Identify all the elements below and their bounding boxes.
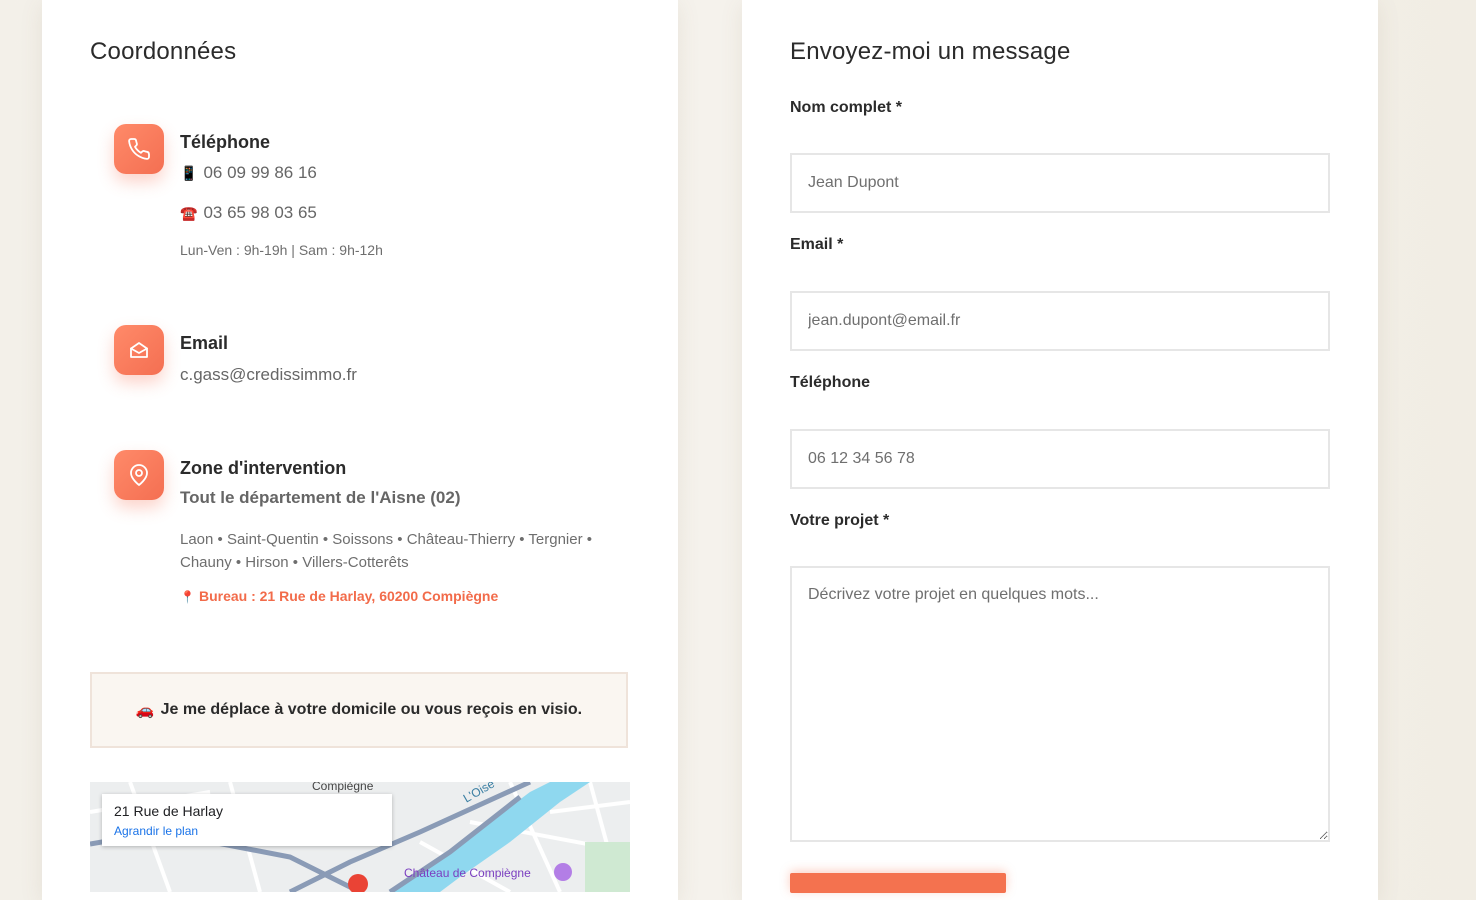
zone-title: Zone d'intervention bbox=[180, 458, 347, 478]
location-pin-icon bbox=[114, 450, 164, 500]
project-textarea[interactable] bbox=[790, 566, 1330, 842]
name-input[interactable] bbox=[790, 153, 1330, 213]
landline-number[interactable]: ☎️ 03 65 98 03 65 bbox=[180, 203, 317, 223]
map-city-label: Compiègne bbox=[312, 782, 374, 793]
embedded-map[interactable]: Compiègne Château de Compiègne L'Oise 21… bbox=[90, 782, 630, 892]
phone-input[interactable] bbox=[790, 429, 1330, 489]
map-info-box: 21 Rue de Harlay Agrandir le plan bbox=[102, 794, 392, 846]
map-chateau-label: Château de Compiègne bbox=[404, 866, 531, 880]
city-list: Laon • Saint-Quentin • Soissons • Châtea… bbox=[180, 531, 593, 571]
mobile-phone-icon: 📱 bbox=[180, 165, 198, 181]
travel-notice: 🚗 Je me déplace à votre domicile ou vous … bbox=[90, 672, 628, 748]
form-heading: Envoyez-moi un message bbox=[790, 38, 1071, 65]
phone-label: Téléphone bbox=[790, 374, 871, 391]
phone-icon bbox=[114, 124, 164, 174]
travel-notice-text: Je me déplace à votre domicile ou vous r… bbox=[160, 701, 583, 718]
message-form-card: Envoyez-moi un message Nom complet * Ema… bbox=[742, 0, 1378, 900]
email-address[interactable]: c.gass@credissimmo.fr bbox=[180, 365, 357, 385]
telephone-icon: ☎️ bbox=[180, 205, 198, 221]
contact-card: Coordonnées Téléphone 📱 06 09 99 86 16 ☎️… bbox=[42, 0, 678, 900]
office-address: 📍 Bureau : 21 Rue de Harlay, 60200 Compiè… bbox=[180, 588, 498, 604]
enlarge-map-link[interactable]: Agrandir le plan bbox=[114, 824, 198, 838]
project-label: Votre projet * bbox=[790, 512, 890, 529]
submit-button[interactable] bbox=[790, 873, 1006, 893]
map-address: 21 Rue de Harlay bbox=[114, 803, 223, 819]
mobile-number[interactable]: 📱 06 09 99 86 16 bbox=[180, 163, 317, 183]
phone-title: Téléphone bbox=[180, 132, 271, 152]
name-label: Nom complet * bbox=[790, 99, 903, 116]
mobile-number-text: 06 09 99 86 16 bbox=[203, 163, 317, 182]
email-label: Email * bbox=[790, 236, 844, 253]
email-input[interactable] bbox=[790, 291, 1330, 351]
zone-subtitle: Tout le département de l'Aisne (02) bbox=[180, 488, 461, 507]
pushpin-icon: 📍 bbox=[180, 590, 195, 604]
landline-number-text: 03 65 98 03 65 bbox=[203, 203, 317, 222]
mail-icon bbox=[114, 325, 164, 375]
opening-hours: Lun-Ven : 9h-19h | Sam : 9h-12h bbox=[180, 242, 383, 258]
office-address-text: Bureau : 21 Rue de Harlay, 60200 Compièg… bbox=[198, 588, 499, 604]
contact-heading: Coordonnées bbox=[90, 38, 237, 65]
car-icon: 🚗 bbox=[135, 702, 155, 719]
email-title: Email bbox=[180, 333, 229, 353]
